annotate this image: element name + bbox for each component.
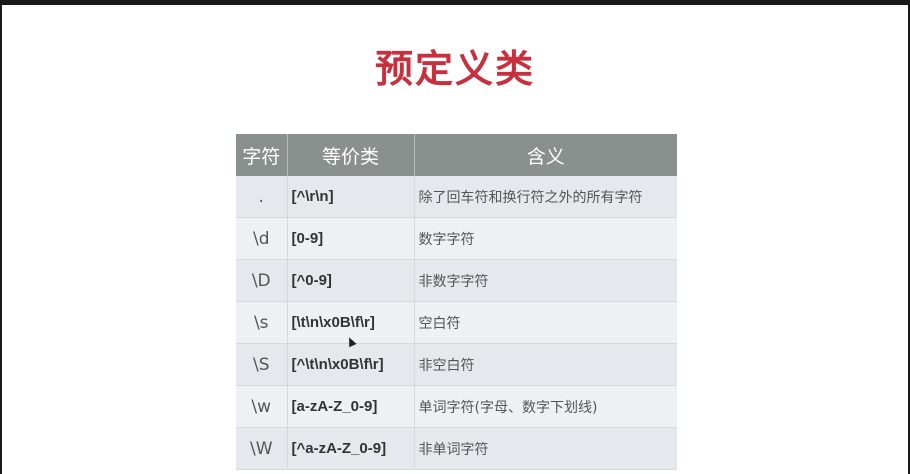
header-meaning: 含义 xyxy=(414,134,677,176)
cell-char: \W xyxy=(236,427,288,470)
cell-equiv: [^\t\n\x0B\f\r] xyxy=(287,343,415,386)
cell-equiv: [^\r\n] xyxy=(287,176,415,218)
table-row: \s [\t\n\x0B\f\r] 空白符 xyxy=(236,301,677,344)
cell-char: \D xyxy=(236,259,288,302)
table-row: \S [^\t\n\x0B\f\r] 非空白符 xyxy=(236,343,677,386)
cell-char: . xyxy=(236,176,288,218)
slide-title: 预定义类 xyxy=(374,47,535,91)
cell-meaning: 非空白符 xyxy=(414,343,677,386)
cell-equiv: [a-zA-Z_0-9] xyxy=(287,385,415,428)
cell-meaning: 除了回车符和换行符之外的所有字符 xyxy=(414,176,677,218)
header-equiv: 等价类 xyxy=(287,134,415,176)
cell-meaning: 数字字符 xyxy=(414,217,677,260)
predefined-class-table: 字符 等价类 含义 . [^\r\n] 除了回车符和换行符之外的所有字符 \d … xyxy=(236,134,677,470)
table-row: \D [^0-9] 非数字字符 xyxy=(236,259,677,302)
table-row: \W [^a-zA-Z_0-9] 非单词字符 xyxy=(236,427,677,470)
cell-char: \S xyxy=(236,343,288,386)
table-row: \w [a-zA-Z_0-9] 单词字符(字母、数字下划线) xyxy=(236,385,677,428)
window-top-bar xyxy=(0,0,910,5)
cell-equiv: [^0-9] xyxy=(287,259,415,302)
cell-meaning: 单词字符(字母、数字下划线) xyxy=(414,385,677,428)
cell-meaning: 非单词字符 xyxy=(414,427,677,470)
table-header-row: 字符 等价类 含义 xyxy=(236,134,677,176)
cell-char: \d xyxy=(236,217,288,260)
cell-char: \s xyxy=(236,301,288,344)
table-row: \d [0-9] 数字字符 xyxy=(236,217,677,260)
predefined-class-table-container: 字符 等价类 含义 . [^\r\n] 除了回车符和换行符之外的所有字符 \d … xyxy=(236,134,677,470)
cell-meaning: 空白符 xyxy=(414,301,677,344)
cell-meaning: 非数字字符 xyxy=(414,259,677,302)
cell-equiv: [0-9] xyxy=(287,217,415,260)
cell-equiv: [^a-zA-Z_0-9] xyxy=(287,427,415,470)
table-row: . [^\r\n] 除了回车符和换行符之外的所有字符 xyxy=(236,176,677,218)
cell-char: \w xyxy=(236,385,288,428)
header-char: 字符 xyxy=(236,134,288,176)
